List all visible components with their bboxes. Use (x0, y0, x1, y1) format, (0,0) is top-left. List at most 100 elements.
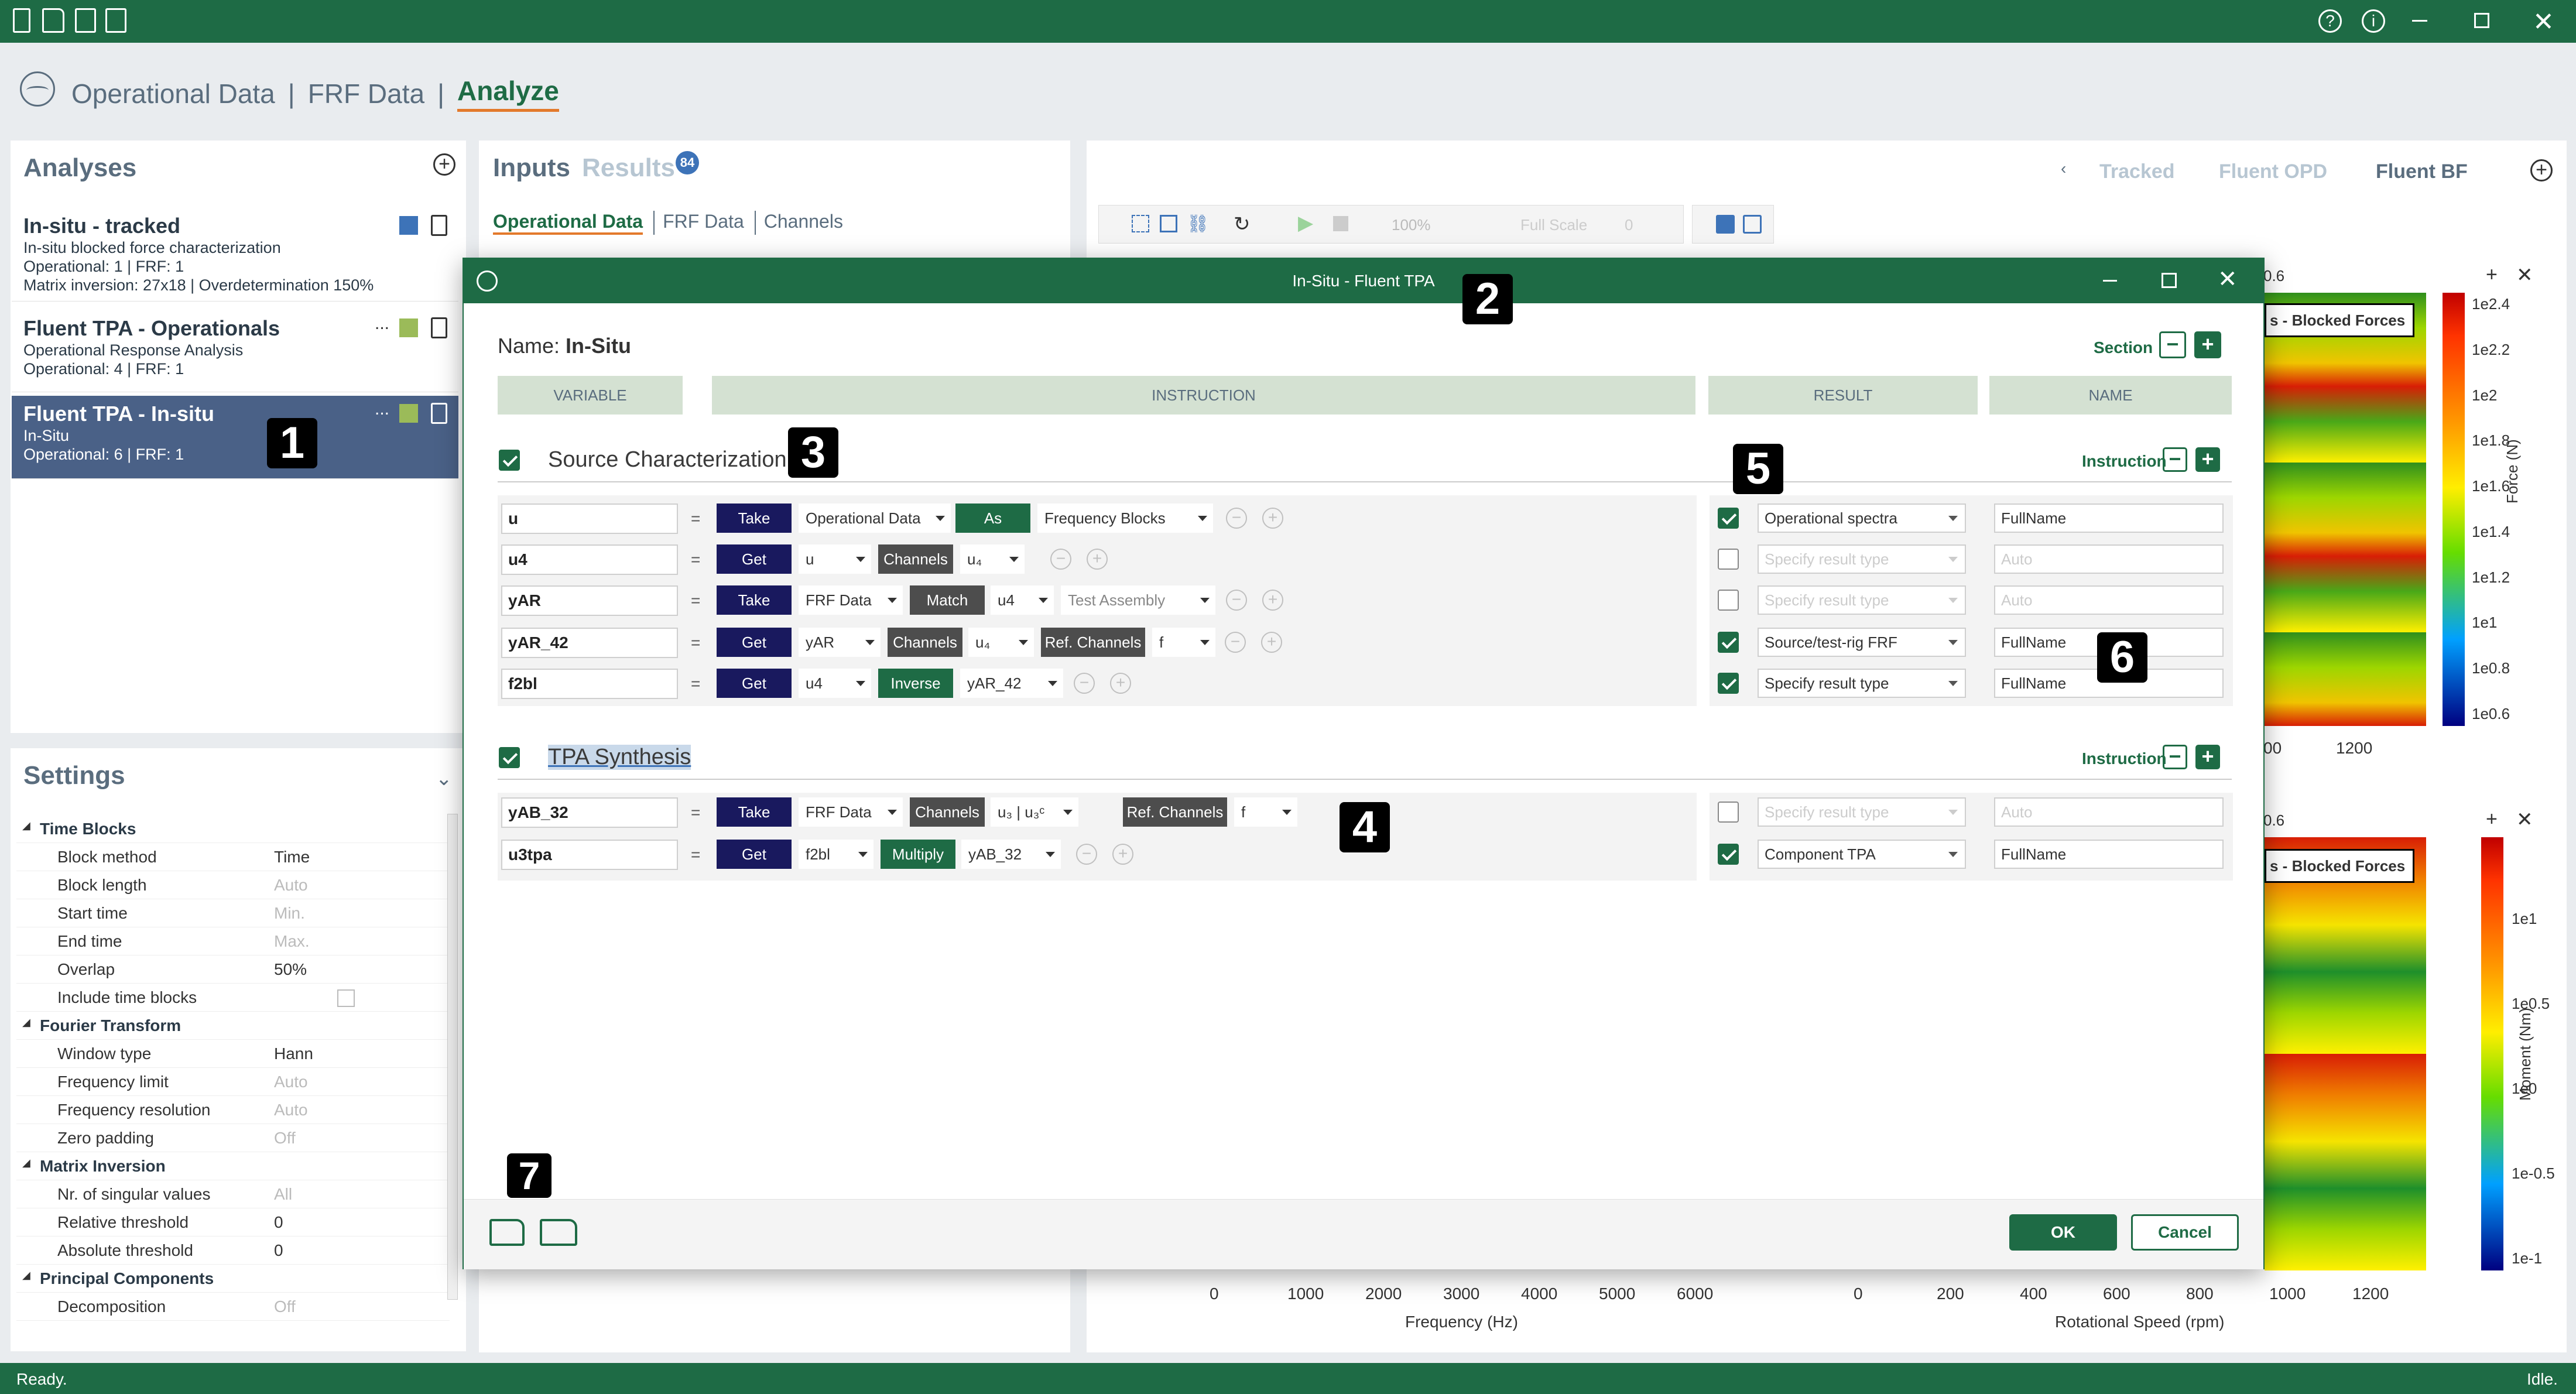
result-checkbox[interactable] (1718, 844, 1739, 865)
dialog-close-icon[interactable]: ✕ (2218, 266, 2238, 293)
add-chart-icon[interactable]: + (2486, 808, 2498, 831)
settings-group[interactable]: ◢ Time Blocks (16, 815, 450, 843)
operation-get[interactable]: Get (717, 544, 792, 574)
remove-op-icon[interactable]: − (1076, 844, 1097, 865)
result-type-dropdown[interactable]: Specify result type (1758, 544, 1966, 574)
variable-field[interactable]: f2bl (501, 669, 678, 699)
tab-operational-data[interactable]: Operational Data (493, 211, 643, 235)
operation-take[interactable]: Take (717, 797, 792, 827)
ref-channels-dropdown[interactable]: f (1152, 628, 1215, 657)
help-icon[interactable]: ? (2318, 9, 2342, 33)
collapse-triangle-icon[interactable]: ◢ (22, 1157, 30, 1169)
operation-ref-channels[interactable]: Ref. Channels (1041, 628, 1145, 657)
name-value[interactable]: In-Situ (566, 334, 631, 358)
settings-scrollbar[interactable] (447, 814, 458, 1300)
restore-icon[interactable] (2474, 13, 2489, 28)
settings-value[interactable]: Auto (274, 876, 308, 895)
variable-field[interactable]: yAR_42 (501, 628, 678, 658)
add-analysis-icon[interactable]: + (433, 153, 455, 176)
source-dropdown[interactable]: u (799, 544, 871, 574)
top-heatmap[interactable] (2265, 293, 2426, 726)
add-op-icon[interactable]: + (1261, 632, 1282, 653)
zoom-level[interactable]: 100% (1392, 216, 1431, 234)
variable-field[interactable]: yAR (501, 585, 678, 616)
variable-field[interactable]: yAB_32 (501, 797, 678, 828)
result-checkbox[interactable] (1718, 549, 1739, 570)
tab-channels[interactable]: Channels (754, 211, 843, 235)
settings-row[interactable]: Relative threshold 0 (16, 1208, 450, 1237)
color-swatch[interactable] (399, 404, 418, 423)
match-dropdown[interactable]: u4 (991, 585, 1054, 615)
export-icon[interactable] (1743, 215, 1762, 234)
name-field[interactable]: Auto (1994, 544, 2224, 574)
settings-value[interactable]: 0 (274, 1213, 283, 1232)
operation-channels[interactable]: Channels (910, 797, 985, 827)
bottom-range-label[interactable]: 0.6 (2263, 811, 2284, 830)
section-title[interactable]: TPA Synthesis (548, 745, 691, 770)
settings-value[interactable]: Auto (274, 1073, 308, 1091)
tab-fluent-bf[interactable]: Fluent BF (2376, 160, 2468, 183)
inputs-title[interactable]: Inputs (493, 153, 570, 183)
settings-row[interactable]: Nr. of singular values All (16, 1180, 450, 1208)
settings-row[interactable]: Frequency resolution Auto (16, 1096, 450, 1124)
add-op-icon[interactable]: + (1110, 673, 1131, 694)
color-swatch[interactable] (399, 216, 418, 235)
ok-button[interactable]: OK (2009, 1214, 2117, 1251)
operation-channels[interactable]: Channels (878, 544, 953, 574)
collapse-triangle-icon[interactable]: ◢ (22, 1016, 30, 1029)
source-dropdown[interactable]: u4 (799, 669, 871, 698)
info-icon[interactable]: i (2362, 9, 2385, 33)
result-checkbox[interactable] (1718, 673, 1739, 694)
calculator-icon[interactable] (431, 317, 447, 338)
instruction-remove-button[interactable]: − (2163, 447, 2187, 472)
color-swatch[interactable] (399, 318, 418, 337)
add-op-icon[interactable]: + (1262, 508, 1283, 529)
result-checkbox[interactable] (1718, 508, 1739, 529)
operation-take[interactable]: Take (717, 585, 792, 615)
remove-op-icon[interactable]: − (1074, 673, 1095, 694)
tab-tracked[interactable]: Tracked (2099, 160, 2175, 183)
save-icon[interactable] (75, 8, 96, 33)
settings-row[interactable]: Window type Hann (16, 1040, 450, 1068)
section-remove-button[interactable]: − (2159, 331, 2186, 358)
result-checkbox[interactable] (1718, 590, 1739, 611)
remove-op-icon[interactable]: − (1050, 549, 1071, 570)
add-chart-icon[interactable]: + (2486, 263, 2498, 286)
settings-value[interactable]: 50% (274, 960, 307, 979)
add-tab-icon[interactable]: + (2530, 159, 2553, 181)
result-type-dropdown[interactable]: Component TPA (1758, 840, 1966, 869)
analysis-item-fluent-in-situ[interactable]: Fluent TPA - In-situ In-Situ Operational… (12, 396, 458, 479)
variable-field[interactable]: u3tpa (501, 840, 678, 870)
settings-row[interactable]: Frequency limit Auto (16, 1068, 450, 1096)
save-as-icon[interactable] (105, 8, 126, 33)
result-type-dropdown[interactable]: Specify result type (1758, 585, 1966, 615)
crumb-frf-data[interactable]: FRF Data (308, 78, 424, 109)
more-icon[interactable]: ... (375, 399, 389, 419)
inverse-dropdown[interactable]: yAR_42 (960, 669, 1063, 698)
settings-value[interactable]: Min. (274, 904, 305, 923)
settings-row[interactable]: Zero padding Off (16, 1124, 450, 1152)
source-dropdown[interactable]: FRF Data (799, 585, 903, 615)
operation-ref-channels[interactable]: Ref. Channels (1123, 797, 1227, 827)
dialog-minimize-icon[interactable] (2103, 280, 2117, 282)
settings-value[interactable]: Hann (274, 1044, 313, 1063)
channels-dropdown[interactable]: u₄ (968, 628, 1034, 657)
channels-dropdown[interactable]: u₄ (960, 544, 1025, 574)
tab-frf-data[interactable]: FRF Data (653, 211, 744, 235)
settings-row[interactable]: End time Max. (16, 927, 450, 955)
result-type-dropdown[interactable]: Specify result type (1758, 669, 1966, 698)
multiply-dropdown[interactable]: yAB_32 (961, 840, 1061, 869)
source-dropdown[interactable]: f2bl (799, 840, 873, 869)
operation-inverse[interactable]: Inverse (878, 669, 953, 698)
add-op-icon[interactable]: + (1087, 549, 1108, 570)
open-folder-icon[interactable] (489, 1219, 525, 1246)
include-time-blocks-checkbox[interactable] (337, 989, 355, 1007)
settings-row[interactable]: Include time blocks (16, 984, 450, 1012)
settings-value[interactable]: Time (274, 848, 310, 866)
add-op-icon[interactable]: + (1262, 590, 1283, 611)
close-chart-icon[interactable]: ✕ (2516, 263, 2533, 287)
new-file-icon[interactable] (13, 8, 30, 33)
instruction-add-button[interactable]: + (2195, 745, 2220, 769)
close-chart-icon[interactable]: ✕ (2516, 808, 2533, 831)
more-icon[interactable]: ... (375, 314, 389, 334)
